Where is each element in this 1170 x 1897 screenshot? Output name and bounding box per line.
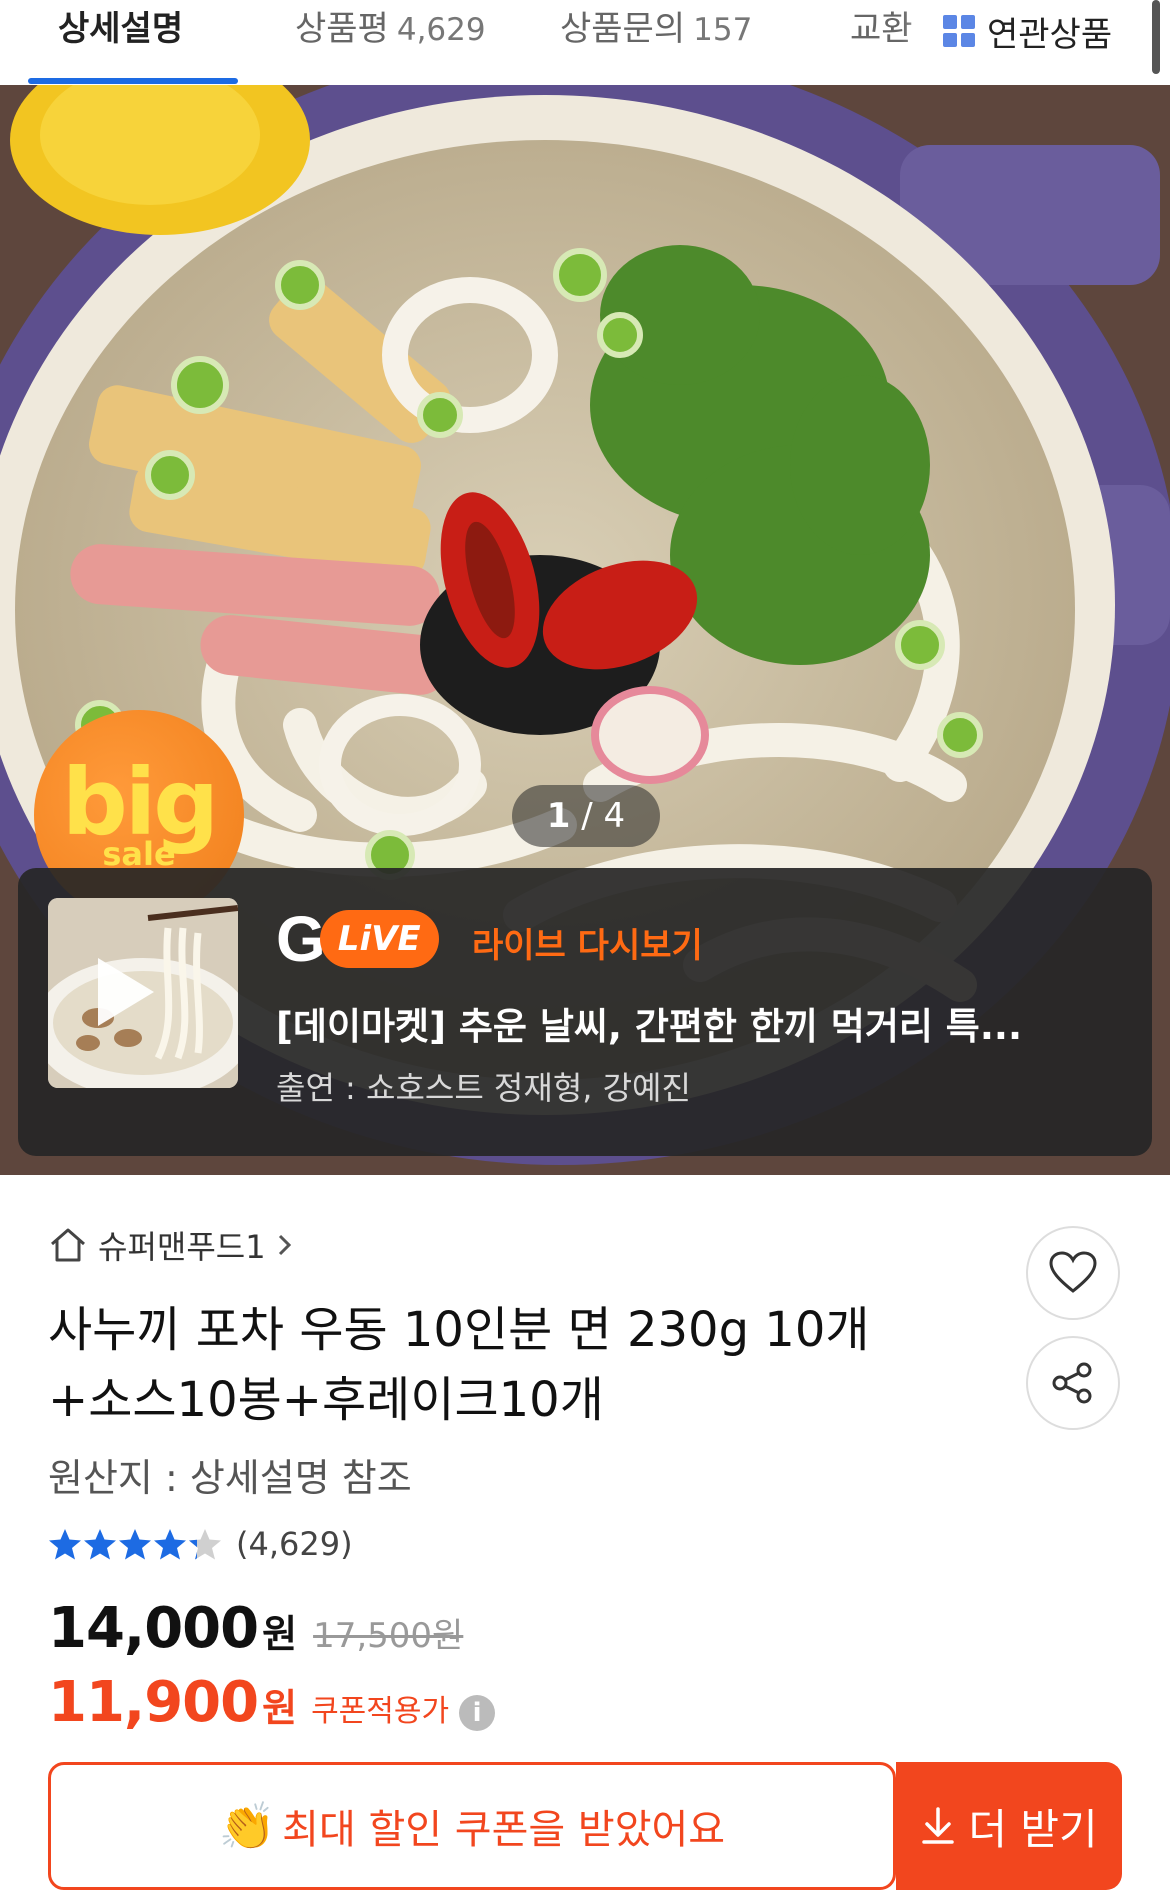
tab-count: 4,629: [396, 12, 486, 48]
image-counter: 1 / 4: [512, 785, 660, 847]
star-icon: [84, 1529, 116, 1560]
g-logo-letter: G: [276, 903, 326, 975]
star-icon: [119, 1529, 151, 1560]
coupon-price-label: 쿠폰적용가: [311, 1694, 450, 1729]
share-button[interactable]: [1026, 1336, 1120, 1430]
live-thumbnail[interactable]: [48, 898, 238, 1088]
big-sale-text: big: [61, 749, 219, 856]
play-icon[interactable]: [98, 958, 154, 1026]
rating-count: (4,629): [236, 1525, 353, 1563]
store-name: 슈퍼맨푸드1: [98, 1228, 266, 1266]
image-counter-total: 4: [603, 796, 626, 836]
clap-icon: 👏: [218, 1798, 277, 1853]
tab-reviews[interactable]: 상품평 4,629: [295, 0, 486, 85]
heart-icon: [1049, 1251, 1097, 1293]
get-more-label: 더 받기: [968, 1804, 1098, 1854]
coupon-received-banner[interactable]: 👏 최대 할인 쿠폰을 받았어요: [48, 1762, 896, 1890]
coupon-price-currency: 원: [262, 1686, 298, 1730]
tab-exchange[interactable]: 교환: [850, 0, 913, 85]
coupon-price: 11,900: [48, 1670, 259, 1735]
image-counter-current: 1: [546, 796, 571, 836]
tab-label: 상세설명: [58, 9, 184, 49]
tab-label: 상품평: [295, 9, 389, 49]
grid-icon: [943, 15, 975, 47]
tab-count: 157: [693, 12, 753, 48]
live-replay-card[interactable]: G LiVE 라이브 다시보기 [데이마켓] 추운 날씨, 간편한 한끼 먹거리…: [18, 868, 1152, 1156]
star-icon: [49, 1529, 81, 1560]
live-replay-label: 라이브 다시보기: [472, 926, 703, 966]
tab-label: 교환: [850, 9, 913, 49]
wishlist-button[interactable]: [1026, 1226, 1120, 1320]
price-currency: 원: [262, 1612, 298, 1656]
tab-inquiries[interactable]: 상품문의 157: [560, 0, 752, 85]
live-pill: LiVE: [319, 910, 439, 968]
scrollbar-thumb[interactable]: [1152, 0, 1160, 74]
related-products-button[interactable]: 연관상품: [925, 0, 1150, 62]
live-cast: 출연 : 쇼호스트 정재형, 강예진: [276, 1069, 691, 1107]
g-live-logo: G LiVE: [276, 906, 439, 972]
price-row: 14,000 원 17,500원: [48, 1596, 463, 1661]
product-image-carousel[interactable]: big sale 1 / 4 G LiVE 라이브 다시보기 [데이마켓] 추운…: [0, 85, 1170, 1175]
home-icon: [51, 1228, 85, 1262]
tab-label: 상품문의: [560, 9, 686, 49]
sale-price: 14,000: [48, 1596, 259, 1661]
image-counter-separator: /: [570, 796, 604, 836]
star-icon: [154, 1529, 186, 1560]
coupon-received-text: 최대 할인 쿠폰을 받았어요: [282, 1807, 726, 1853]
coupon-price-row: 11,900 원 쿠폰적용가 i: [48, 1670, 496, 1735]
get-more-coupons-button[interactable]: 더 받기: [896, 1762, 1122, 1890]
share-icon: [1052, 1362, 1092, 1404]
rating-summary[interactable]: (4,629): [48, 1525, 353, 1563]
product-title: 사누끼 포차 우동 10인분 면 230g 10개 +소스10봉+후레이크10개: [48, 1302, 870, 1428]
chevron-right-icon: [278, 1234, 291, 1256]
star-rating: [49, 1529, 221, 1560]
tab-detail[interactable]: 상세설명: [58, 0, 183, 85]
store-link[interactable]: 슈퍼맨푸드1: [48, 1222, 294, 1268]
download-icon: [922, 1807, 955, 1844]
origin-info: 원산지 : 상세설명 참조: [48, 1456, 412, 1500]
related-products-label: 연관상품: [987, 14, 1113, 55]
original-price: 17,500원: [313, 1616, 464, 1656]
active-tab-indicator: [28, 78, 238, 84]
live-title[interactable]: [데이마켓] 추운 날씨, 간편한 한끼 먹거리 특...: [276, 996, 1096, 1050]
sale-text: sale: [102, 835, 176, 873]
tab-bar: 상세설명 상품평 4,629 상품문의 157 교환 연관상품: [0, 0, 1170, 86]
info-icon[interactable]: i: [459, 1695, 496, 1731]
